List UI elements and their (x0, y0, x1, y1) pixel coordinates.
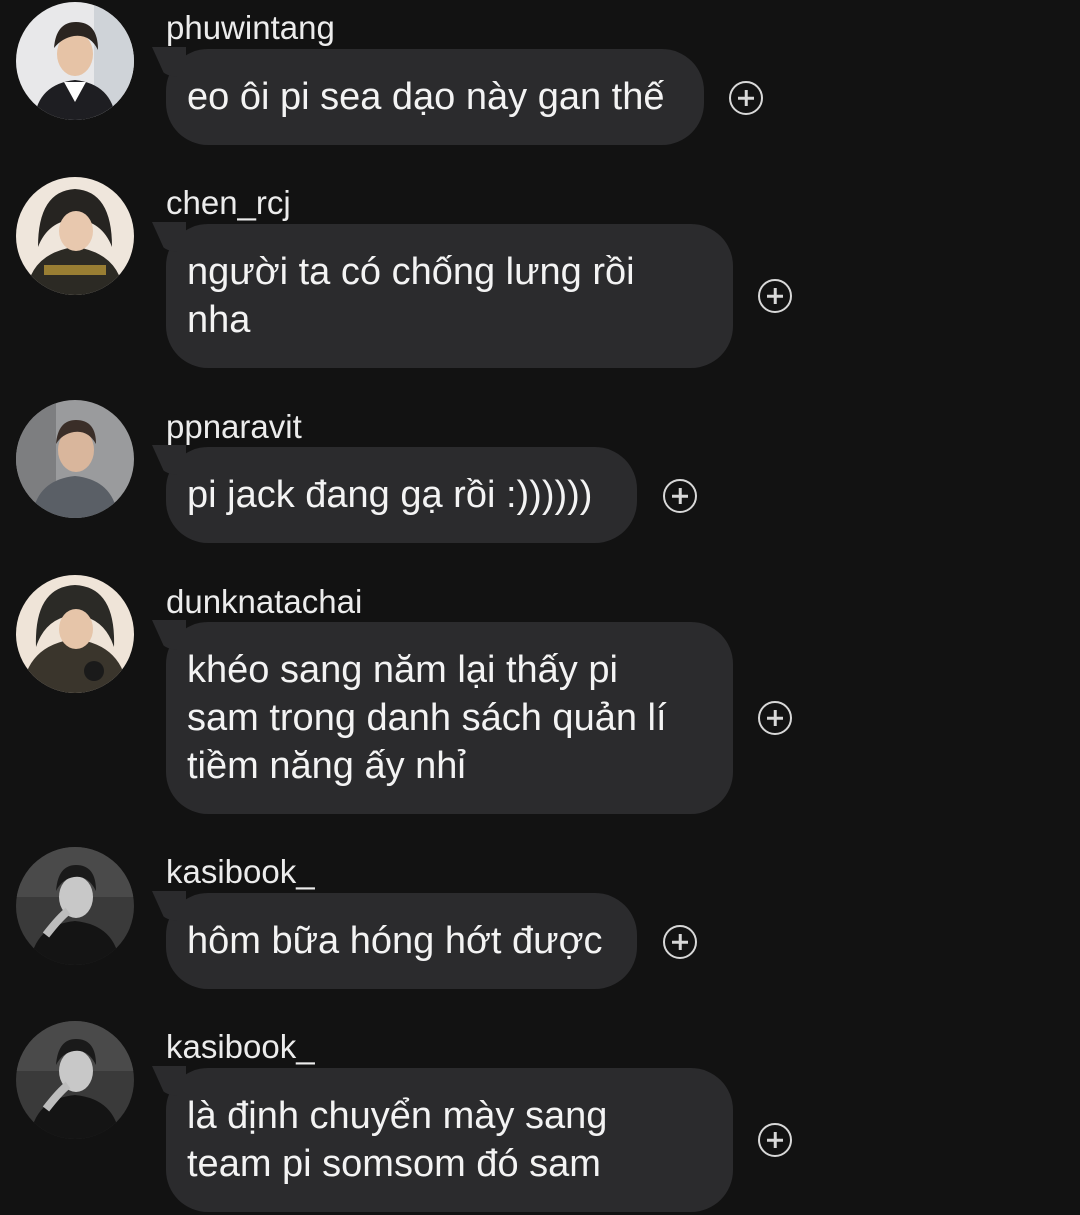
add-reaction-icon[interactable] (663, 479, 697, 513)
avatar[interactable] (16, 575, 134, 693)
message-bubble[interactable]: eo ôi pi sea dạo này gan thế (166, 49, 704, 145)
message-text: hôm bữa hóng hớt được (187, 920, 603, 962)
add-reaction-icon[interactable] (729, 81, 763, 115)
username[interactable]: kasibook_ (166, 852, 315, 892)
message-bubble[interactable]: khéo sang năm lại thấy pi sam trong danh… (166, 622, 733, 814)
avatar[interactable] (16, 2, 134, 120)
message-text: eo ôi pi sea dạo này gan thế (187, 76, 665, 118)
message-bubble[interactable]: hôm bữa hóng hớt được (166, 893, 637, 989)
add-reaction-icon[interactable] (758, 701, 792, 735)
avatar[interactable] (16, 1021, 134, 1139)
message-text: là định chuyển mày sang team pi somsom đ… (187, 1095, 608, 1185)
message-bubble[interactable]: người ta có chống lưng rồi nha (166, 224, 733, 368)
message-bubble[interactable]: là định chuyển mày sang team pi somsom đ… (166, 1068, 733, 1212)
add-reaction-icon[interactable] (663, 925, 697, 959)
username[interactable]: kasibook_ (166, 1027, 315, 1067)
avatar[interactable] (16, 177, 134, 295)
message-bubble[interactable]: pi jack đang gạ rồi :)))))) (166, 447, 637, 543)
message-text: pi jack đang gạ rồi :)))))) (187, 474, 593, 516)
username[interactable]: phuwintang (166, 8, 335, 48)
username[interactable]: dunknatachai (166, 582, 362, 622)
message-text: người ta có chống lưng rồi nha (187, 251, 635, 341)
message-text: khéo sang năm lại thấy pi sam trong danh… (187, 649, 667, 787)
add-reaction-icon[interactable] (758, 279, 792, 313)
avatar[interactable] (16, 847, 134, 965)
add-reaction-icon[interactable] (758, 1123, 792, 1157)
avatar[interactable] (16, 400, 134, 518)
username[interactable]: chen_rcj (166, 183, 291, 223)
username[interactable]: ppnaravit (166, 407, 302, 447)
